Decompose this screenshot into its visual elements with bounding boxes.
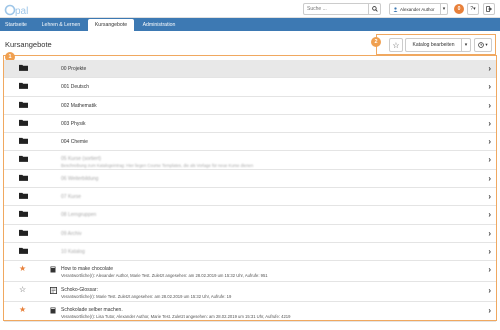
folder-icon: [19, 229, 28, 236]
chevron-right-icon[interactable]: ›: [488, 64, 491, 73]
user-name: Alexander Author: [400, 6, 435, 12]
folder-icon: [19, 192, 28, 199]
row-title[interactable]: 05 Kurse (sortiert): [61, 156, 101, 162]
chevron-right-icon[interactable]: ›: [488, 101, 491, 110]
row-title[interactable]: Schokolade selber machen.: [61, 307, 123, 313]
row-meta: Verantwortliche(r): Marie Test. Zuletzt …: [61, 293, 232, 299]
row-meta: Verantwortliche(r): Lisa Tutor, Alexande…: [61, 313, 291, 319]
chevron-right-icon[interactable]: ›: [488, 306, 491, 315]
row-meta: Verantwortliche(r): Alexander Author, Ma…: [61, 273, 268, 279]
toolbar-step-badge: 2: [371, 37, 381, 47]
top-bar: pal Alexander Author ▾ 0 ?▾: [0, 0, 500, 18]
notification-badge[interactable]: 0: [454, 4, 464, 14]
chevron-right-icon[interactable]: ›: [488, 119, 491, 128]
catalog-folder-row[interactable]: 004 Chemie ›: [4, 133, 496, 152]
search-icon: [371, 6, 378, 12]
user-icon: [393, 6, 398, 12]
catalog-folder-row[interactable]: 06 Weiterbildung ›: [4, 170, 496, 189]
user-menu-caret[interactable]: ▾: [441, 3, 448, 15]
catalog-folder-row[interactable]: 07 Kurse ›: [4, 188, 496, 207]
row-title[interactable]: 08 Lerngruppen: [61, 212, 96, 218]
row-title[interactable]: 001 Deutsch: [61, 84, 89, 90]
folder-icon: [19, 247, 28, 254]
catalog-entry-row[interactable]: ☆ Schoko-Glossar: Verantwortliche(r): Mari…: [4, 282, 496, 302]
tab-administration[interactable]: Administration: [136, 18, 182, 31]
folder-icon: [19, 174, 28, 181]
glossary-icon: [50, 286, 57, 294]
edit-catalog-button[interactable]: Katalog bearbeiten: [405, 38, 462, 52]
folder-icon: [19, 101, 28, 108]
chevron-right-icon[interactable]: ›: [488, 265, 491, 274]
chevron-right-icon[interactable]: ›: [488, 137, 491, 146]
catalog-folder-row[interactable]: 00 Projekte ›: [4, 60, 496, 79]
page-header: Kursangebote 2 ☆ Katalog bearbeiten ▾ ▾: [0, 31, 500, 57]
folder-icon: [19, 82, 28, 90]
row-meta: Beschreibung zum Katalogeintrag: Hier li…: [61, 163, 254, 169]
opal-logo[interactable]: pal: [4, 1, 34, 17]
catalog-list: 00 Projekte › 001 Deutsch › 002 Mathematik › 0…: [4, 60, 496, 323]
folder-icon: [19, 155, 28, 163]
folder-icon: [19, 210, 28, 218]
chevron-right-icon[interactable]: ›: [488, 155, 491, 164]
svg-text:pal: pal: [15, 6, 28, 17]
catalog-entry-row[interactable]: ★ How to make chocolate Verantwortliche(r)…: [4, 261, 496, 282]
catalog-folder-row[interactable]: 09 Archiv ›: [4, 225, 496, 243]
user-menu-button[interactable]: Alexander Author: [389, 3, 441, 15]
catalog-folder-row[interactable]: 002 Mathematik ›: [4, 97, 496, 115]
folder-icon: [19, 64, 28, 71]
row-title[interactable]: Schoko-Glossar:: [61, 287, 98, 293]
catalog-folder-row[interactable]: 08 Lerngruppen ›: [4, 206, 496, 225]
catalog-folder-row[interactable]: 10 Katalog ›: [4, 243, 496, 262]
catalog-entry-row[interactable]: ★ Schokolade selber machen. Verantwortlich…: [4, 302, 496, 323]
course-icon: [50, 266, 56, 273]
search-input[interactable]: [303, 3, 369, 15]
main-navigation: Startseite Lehren & Lernen Kursangebote …: [0, 18, 500, 31]
row-title[interactable]: 002 Mathematik: [61, 103, 97, 109]
tools-menu-button[interactable]: ▾: [474, 38, 492, 52]
favorite-button[interactable]: ☆: [389, 38, 403, 52]
star-filled-icon[interactable]: ★: [19, 265, 26, 273]
catalog-folder-row[interactable]: 05 Kurse (sortiert) Beschreibung zum Kata…: [4, 151, 496, 170]
tab-startseite[interactable]: Startseite: [0, 18, 32, 31]
star-outline-icon[interactable]: ☆: [19, 285, 26, 294]
folder-icon: [19, 119, 28, 126]
row-title[interactable]: 06 Weiterbildung: [61, 176, 98, 182]
tab-lehren-lernen[interactable]: Lehren & Lernen: [35, 18, 87, 31]
row-title[interactable]: 003 Physik: [61, 121, 85, 127]
chevron-right-icon[interactable]: ›: [488, 247, 491, 256]
row-title[interactable]: 07 Kurse: [61, 194, 81, 200]
help-icon: ?▾: [470, 6, 476, 12]
star-outline-icon: ☆: [392, 40, 400, 50]
chevron-right-icon[interactable]: ›: [488, 210, 491, 219]
catalog-folder-row[interactable]: 003 Physik ›: [4, 115, 496, 134]
edit-catalog-caret[interactable]: ▾: [462, 38, 471, 52]
chevron-right-icon[interactable]: ›: [488, 286, 491, 295]
clock-icon: [478, 42, 485, 48]
page-title: Kursangebote: [5, 40, 52, 49]
chevron-right-icon[interactable]: ›: [488, 174, 491, 183]
star-filled-icon[interactable]: ★: [19, 305, 26, 314]
chevron-right-icon[interactable]: ›: [488, 229, 491, 238]
chevron-right-icon[interactable]: ›: [488, 192, 491, 201]
chevron-right-icon[interactable]: ›: [488, 82, 491, 91]
row-title[interactable]: 00 Projekte: [61, 66, 86, 72]
row-title[interactable]: 09 Archiv: [61, 231, 82, 237]
search-button[interactable]: [369, 3, 381, 15]
chevron-down-icon: ▾: [485, 42, 488, 47]
catalog-folder-row[interactable]: 001 Deutsch ›: [4, 78, 496, 97]
logout-button[interactable]: [483, 3, 495, 15]
row-title[interactable]: 10 Katalog: [61, 249, 85, 255]
course-icon: [50, 307, 56, 314]
logout-icon: [486, 6, 492, 12]
folder-icon: [19, 137, 28, 145]
row-title[interactable]: 004 Chemie: [61, 139, 88, 145]
row-title[interactable]: How to make chocolate: [61, 266, 113, 272]
tab-kursangebote[interactable]: Kursangebote: [88, 19, 134, 31]
help-button[interactable]: ?▾: [467, 3, 479, 15]
